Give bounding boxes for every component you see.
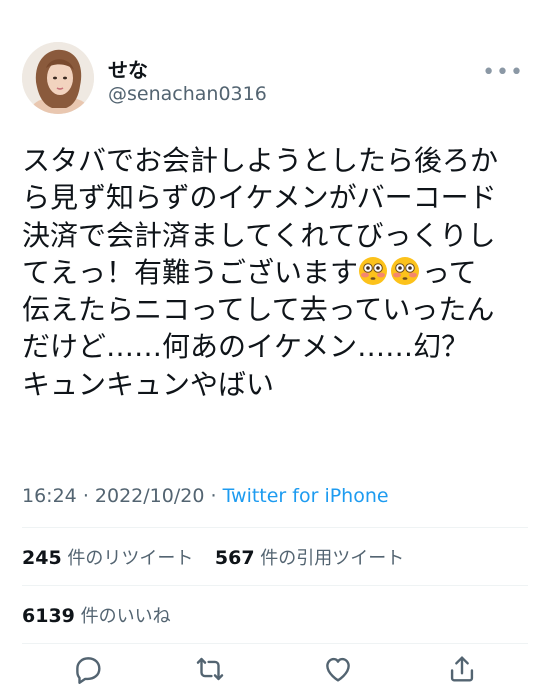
tweet-date[interactable]: 2022/10/20 (95, 485, 205, 507)
reply-icon[interactable] (71, 652, 105, 686)
like-count: 6139 (22, 605, 75, 627)
tweet-source-link[interactable]: Twitter for iPhone (223, 485, 389, 507)
heart-icon[interactable] (321, 652, 355, 686)
tweet-meta: 16:24 · 2022/10/20 · Twitter for iPhone (22, 485, 389, 507)
avatar-photo (22, 42, 94, 114)
quote-count-link[interactable]: 567 件の引用ツイート (214, 547, 405, 569)
quote-count: 567 (214, 547, 255, 569)
tweet-header: せな @senachan0316 ••• (22, 42, 532, 114)
like-count-link[interactable]: 6139 件のいいね (22, 605, 171, 627)
tweet-line-part: てえっ！有難うございます (22, 255, 359, 289)
meta-separator: · (210, 485, 217, 507)
tweet-line: 伝えたらニコってして去っていったん (22, 293, 495, 327)
retweet-count: 245 (22, 547, 62, 569)
engagement-stats: 245 件のリツイート 567 件の引用ツイート (22, 544, 404, 570)
user-handle[interactable]: @senachan0316 (108, 83, 267, 105)
divider (22, 585, 528, 586)
meta-separator: · (82, 485, 89, 507)
tweet-line-with-emoji: てえっ！有難うございます って (22, 254, 534, 291)
tweet-text: スタバでお会計しようとしたら後ろか ら見ず知らずのイケメンがバーコード 決済で会… (22, 142, 534, 403)
tweet-line: 決済で会計済ましてくれてびっくりし (22, 218, 496, 252)
tweet-time[interactable]: 16:24 (22, 485, 77, 507)
divider (22, 527, 528, 528)
display-name[interactable]: せな (108, 54, 148, 83)
tweet-line: キュンキュンやばい (22, 367, 275, 401)
tweet-line: だけど……何あのイケメン……幻？ (22, 330, 470, 364)
more-dots-icon[interactable]: ••• (482, 62, 524, 84)
like-count-label: 件のいいね (80, 606, 171, 627)
share-icon[interactable] (445, 652, 479, 686)
tweet-line: ら見ず知らずのイケメンがバーコード (22, 181, 497, 215)
divider (22, 643, 528, 644)
quote-count-label: 件の引用ツイート (260, 548, 405, 569)
tweet-line: スタバでお会計しようとしたら後ろか (22, 144, 499, 177)
action-bar (0, 652, 550, 692)
retweet-count-label: 件のリツイート (67, 548, 194, 569)
avatar[interactable] (22, 42, 94, 114)
retweet-count-link[interactable]: 245 件のリツイート (22, 547, 194, 569)
flushed-face-emoji (358, 256, 388, 295)
retweet-icon[interactable] (193, 652, 227, 686)
flushed-face-emoji (390, 256, 420, 295)
like-stats: 6139 件のいいね (22, 602, 171, 628)
tweet-line-part: って (422, 255, 477, 289)
